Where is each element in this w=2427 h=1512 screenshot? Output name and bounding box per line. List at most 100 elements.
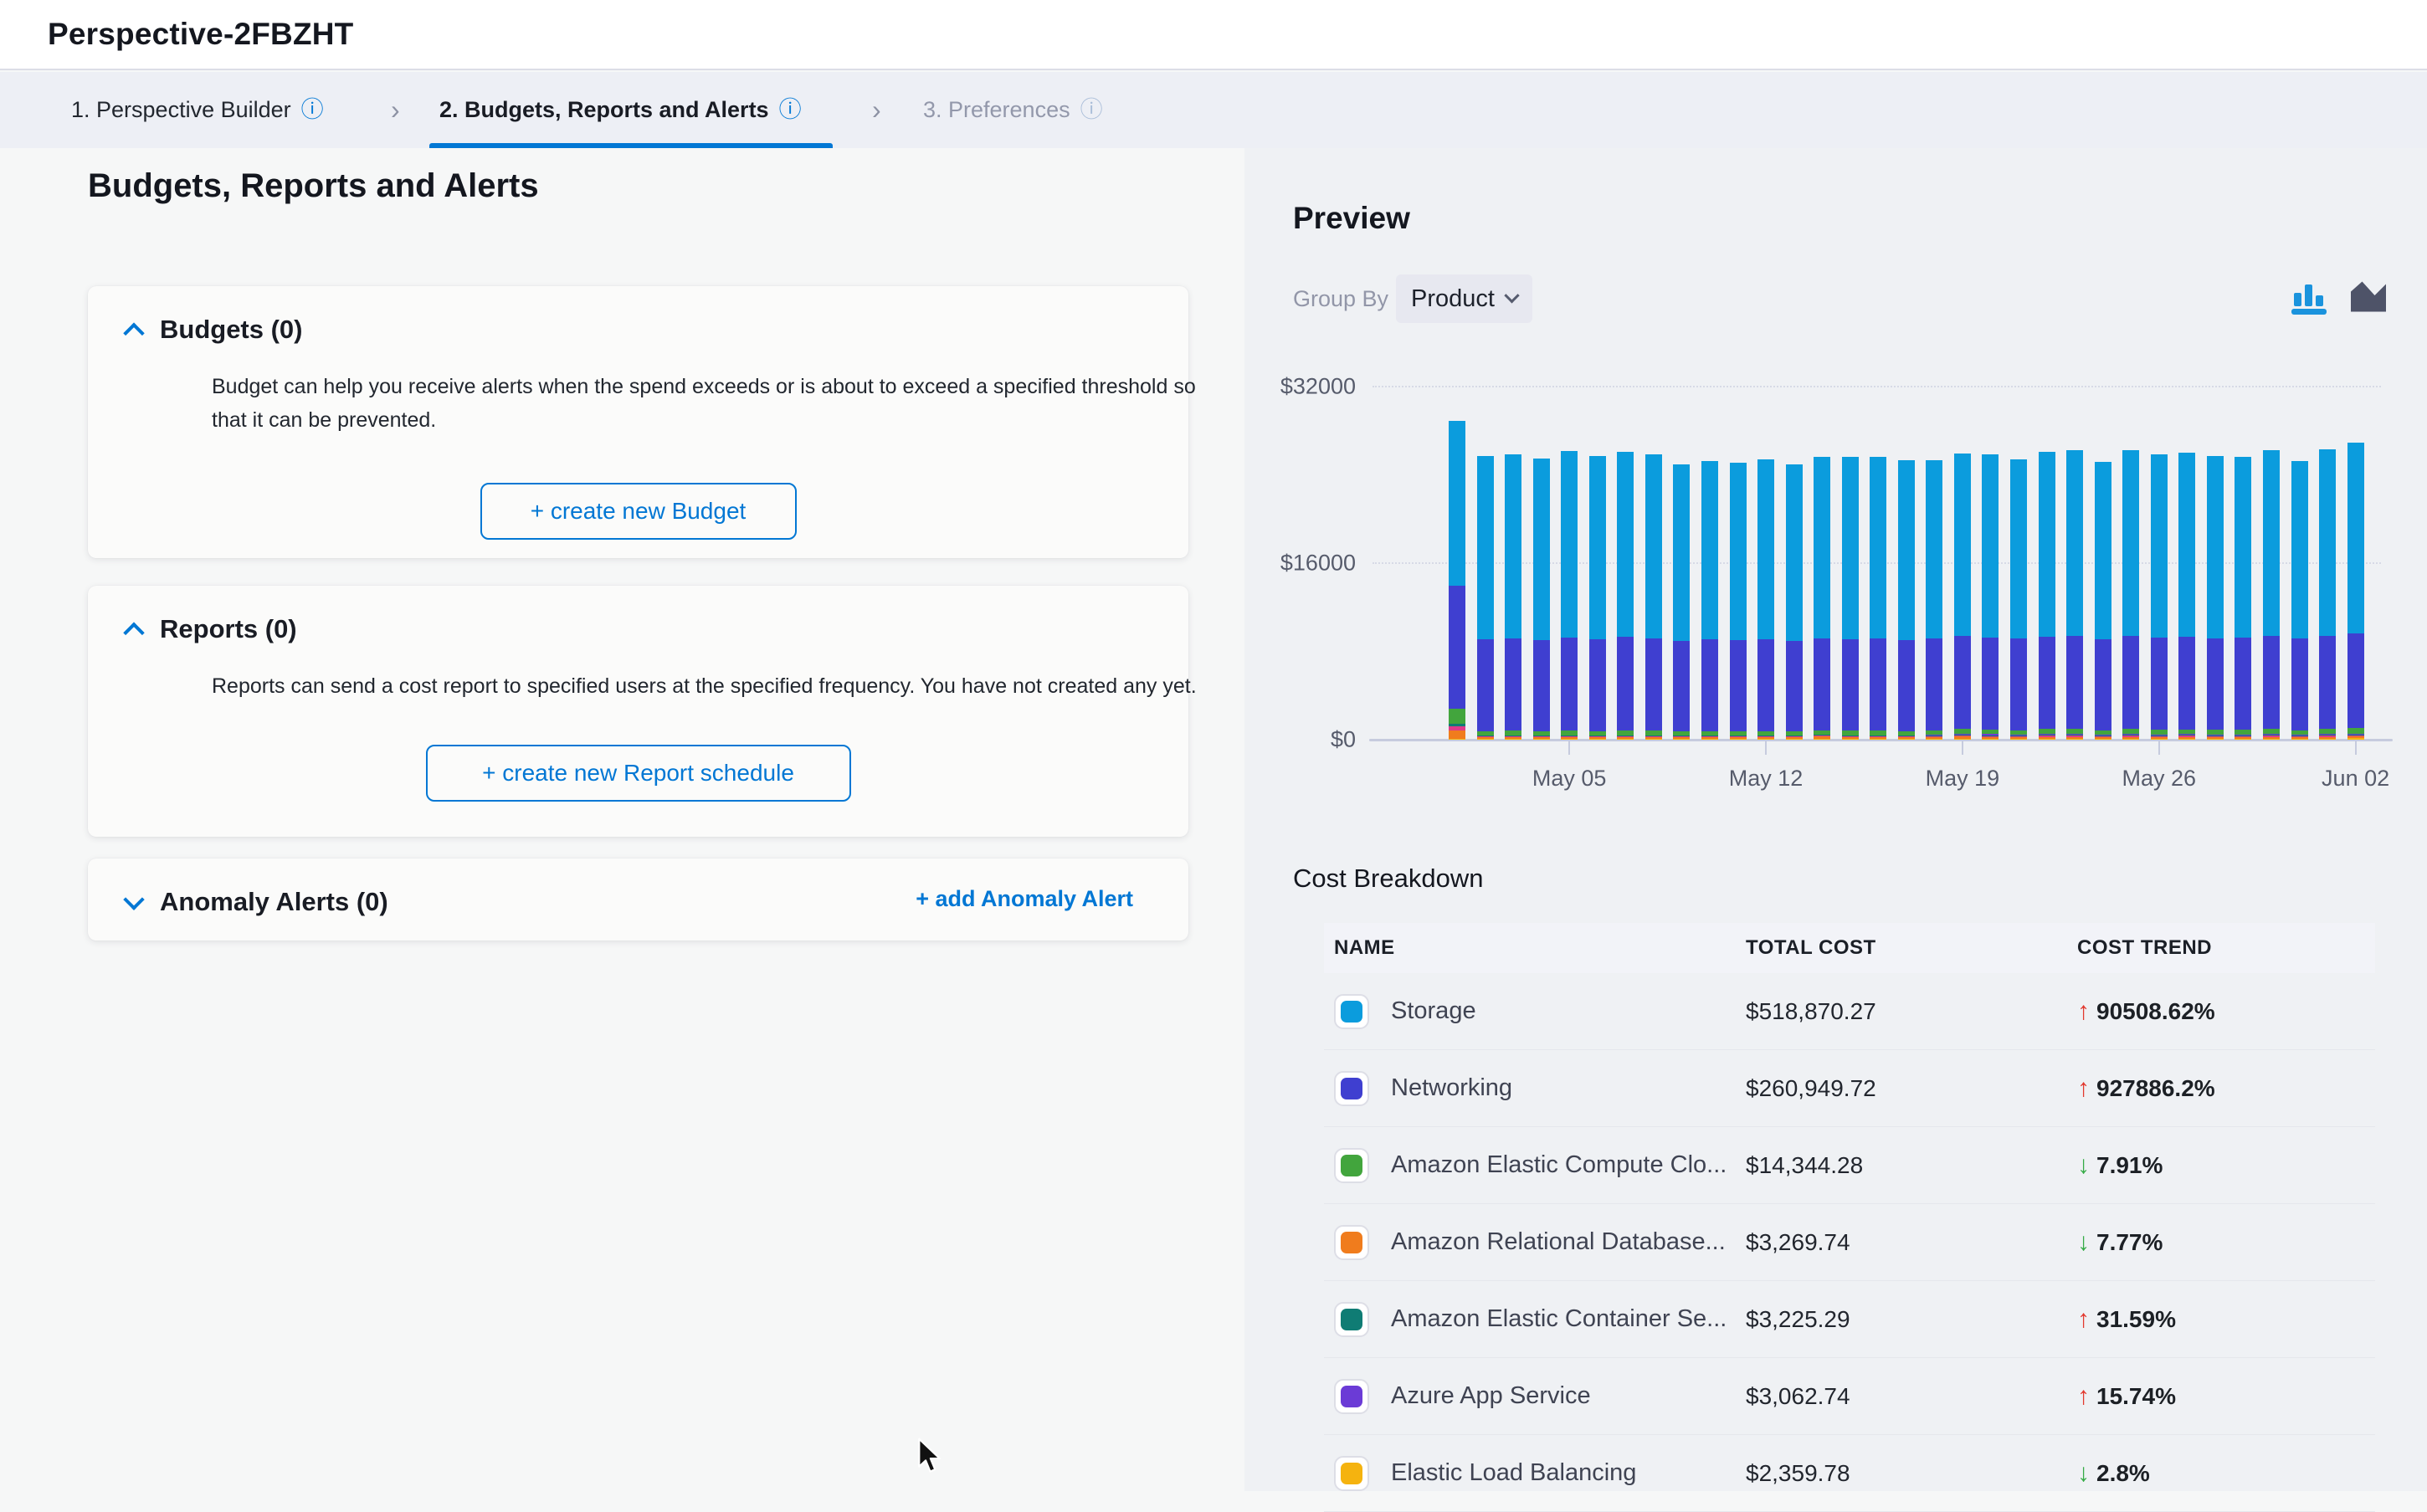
stacked-bar-may-03[interactable] — [1505, 454, 1521, 740]
total-cost-cell: $3,269.74 — [1746, 1229, 1850, 1256]
stacked-bar-may-21[interactable] — [2010, 459, 2027, 740]
bar-segment — [1533, 640, 1550, 731]
bar-segment — [1589, 739, 1606, 740]
bar-segment — [1898, 739, 1915, 740]
bar-segment — [2207, 739, 2224, 740]
swatch-color — [1341, 1386, 1362, 1407]
series-color-swatch — [1334, 1456, 1369, 1491]
bar-segment — [1505, 454, 1521, 638]
stacked-bar-may-30[interactable] — [2263, 450, 2280, 740]
stacked-bar-may-12[interactable] — [1757, 459, 1774, 740]
stacked-bar-jun-02[interactable] — [2347, 443, 2364, 740]
stacked-bar-jun-01[interactable] — [2319, 449, 2336, 740]
stacked-bar-may-01[interactable] — [1449, 421, 1465, 740]
table-row[interactable]: Networking$260,949.72↑927886.2% — [1324, 1050, 2375, 1127]
row-name: Storage — [1391, 997, 1476, 1025]
tab-budgets-reports-alerts[interactable]: 2. Budgets, Reports and Alerts ⓘ — [439, 72, 802, 148]
stacked-bar-may-06[interactable] — [1589, 456, 1606, 740]
stacked-bar-may-29[interactable] — [2235, 457, 2251, 740]
tab-label: 1. Perspective Builder — [71, 97, 291, 123]
tab-label: 3. Preferences — [923, 97, 1070, 123]
table-row[interactable]: Elastic Load Balancing$2,359.78↓2.8% — [1324, 1435, 2375, 1512]
stacked-bar-may-18[interactable] — [1926, 460, 1942, 740]
bar-segment — [1786, 464, 1803, 641]
stacked-bar-may-26[interactable] — [2151, 454, 2168, 740]
stacked-bar-may-09[interactable] — [1673, 464, 1690, 740]
table-row[interactable]: Amazon Elastic Compute Clo...$14,344.28↓… — [1324, 1127, 2375, 1204]
group-by-select[interactable]: Product — [1396, 274, 1532, 323]
bar-segment — [1870, 638, 1886, 731]
create-new-report-schedule-button[interactable]: + create new Report schedule — [426, 745, 851, 802]
bar-segment — [2095, 739, 2111, 740]
column-header-cost-trend: COST TREND — [2077, 936, 2212, 960]
name-cell: Storage — [1334, 994, 1476, 1029]
total-cost-cell: $3,225.29 — [1746, 1306, 1850, 1333]
bar-segment — [2122, 739, 2139, 741]
bar-segment — [2010, 638, 2027, 730]
bar-segment — [2347, 738, 2364, 740]
bar-segment — [1533, 459, 1550, 641]
swatch-color — [1341, 1078, 1362, 1099]
table-row[interactable]: Storage$518,870.27↑90508.62% — [1324, 973, 2375, 1050]
bar-segment — [2178, 739, 2195, 740]
bar-segment — [1561, 451, 1578, 638]
bar-segment — [1730, 739, 1747, 740]
add-anomaly-alert-link[interactable]: + add Anomaly Alert — [916, 886, 1133, 912]
tab-perspective-builder[interactable]: 1. Perspective Builder ⓘ — [71, 72, 324, 148]
x-axis-tick-label: May 12 — [1699, 766, 1833, 792]
tab-preferences[interactable]: 3. Preferences ⓘ — [923, 72, 1103, 148]
stacked-bar-may-08[interactable] — [1645, 454, 1662, 740]
x-axis-tick-label: May 26 — [2092, 766, 2226, 792]
stacked-bar-may-20[interactable] — [1982, 454, 1999, 740]
stacked-bar-may-19[interactable] — [1954, 454, 1971, 740]
cost-trend-cell: ↑90508.62% — [2077, 997, 2215, 1026]
column-header-total-cost: TOTAL COST — [1746, 936, 1876, 960]
total-cost-cell: $260,949.72 — [1746, 1075, 1876, 1102]
stacked-bar-may-28[interactable] — [2207, 456, 2224, 740]
x-axis-tick — [1568, 741, 1570, 755]
name-cell: Amazon Elastic Compute Clo... — [1334, 1148, 1727, 1183]
table-row[interactable]: Amazon Elastic Container Se...$3,225.29↑… — [1324, 1281, 2375, 1358]
bar-chart-icon[interactable] — [2291, 276, 2330, 315]
stacked-bar-may-31[interactable] — [2291, 461, 2308, 740]
stacked-bar-may-23[interactable] — [2066, 450, 2083, 740]
stacked-bar-may-22[interactable] — [2039, 452, 2055, 740]
bar-segment — [1870, 457, 1886, 638]
stacked-bar-may-25[interactable] — [2122, 450, 2139, 740]
area-chart-icon[interactable] — [2348, 276, 2389, 315]
stacked-bar-may-14[interactable] — [1814, 457, 1830, 740]
stacked-bar-may-16[interactable] — [1870, 457, 1886, 740]
stacked-bar-may-15[interactable] — [1842, 457, 1859, 740]
table-row[interactable]: Azure App Service$3,062.74↑15.74% — [1324, 1358, 2375, 1435]
bar-segment — [2151, 454, 2168, 638]
stacked-bar-may-07[interactable] — [1617, 452, 1634, 740]
stacked-bar-may-17[interactable] — [1898, 460, 1915, 740]
create-new-budget-button[interactable]: + create new Budget — [480, 483, 797, 540]
stacked-bar-may-10[interactable] — [1701, 461, 1718, 740]
budgets-card: Budgets (0) Budget can help you receive … — [88, 286, 1188, 558]
bar-segment — [1645, 739, 1662, 740]
series-color-swatch — [1334, 1302, 1369, 1337]
stacked-bar-may-04[interactable] — [1533, 459, 1550, 740]
bar-segment — [1617, 637, 1634, 730]
row-name: Amazon Relational Database... — [1391, 1228, 1726, 1256]
anomaly-collapse-toggle[interactable]: Anomaly Alerts (0) — [126, 887, 388, 917]
bar-segment — [2235, 638, 2251, 730]
stacked-bar-may-13[interactable] — [1786, 464, 1803, 740]
bar-segment — [2095, 639, 2111, 730]
budgets-collapse-toggle[interactable]: Budgets (0) — [126, 315, 303, 345]
bar-segment — [2039, 739, 2055, 740]
bar-segment — [1673, 739, 1690, 740]
x-axis-tick — [2355, 741, 2357, 755]
bar-segment — [1786, 641, 1803, 731]
stacked-bar-may-02[interactable] — [1477, 456, 1494, 740]
cost-breakdown-table: NAME TOTAL COST COST TREND Storage$518,8… — [1324, 923, 2375, 1512]
stacked-bar-may-27[interactable] — [2178, 453, 2195, 740]
stacked-bar-may-05[interactable] — [1561, 451, 1578, 740]
stacked-bar-may-11[interactable] — [1730, 463, 1747, 740]
x-axis-tick-label: May 05 — [1502, 766, 1636, 792]
reports-collapse-toggle[interactable]: Reports (0) — [126, 614, 297, 644]
tab-label: 2. Budgets, Reports and Alerts — [439, 97, 769, 123]
stacked-bar-may-24[interactable] — [2095, 462, 2111, 740]
table-row[interactable]: Amazon Relational Database...$3,269.74↓7… — [1324, 1204, 2375, 1281]
